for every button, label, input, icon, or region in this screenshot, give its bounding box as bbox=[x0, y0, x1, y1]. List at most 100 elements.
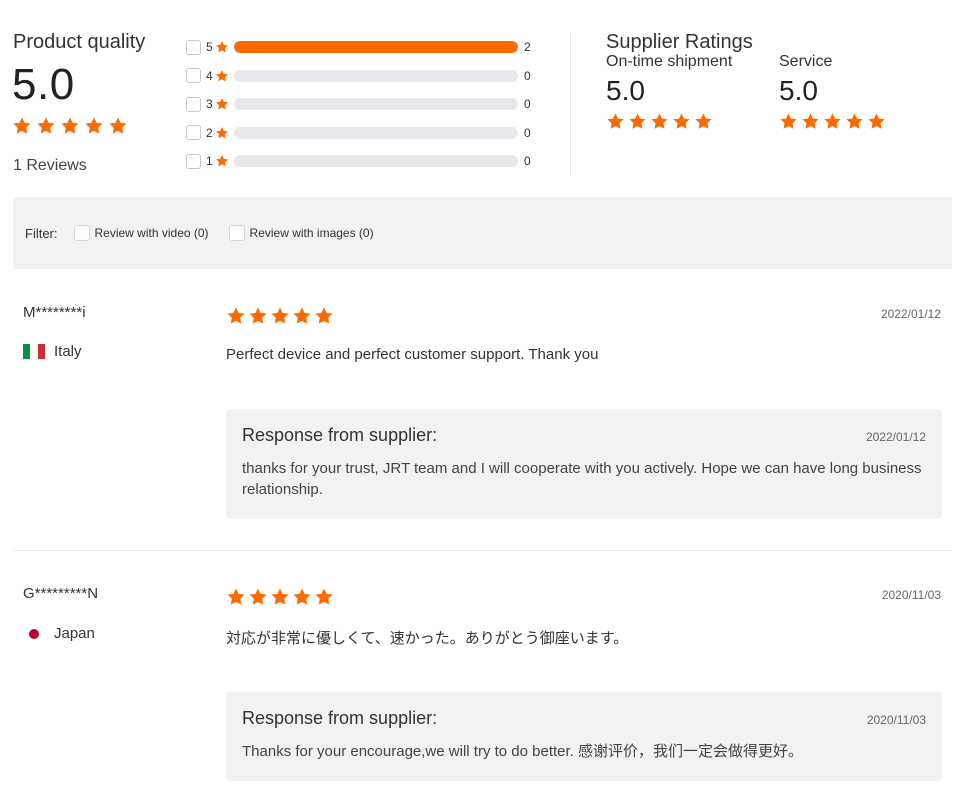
star-icon bbox=[215, 154, 229, 168]
service-stars bbox=[779, 112, 886, 131]
review-item: M********i Italy 2022/01/12 Perfect devi… bbox=[13, 270, 952, 550]
response-date: 2022/01/12 bbox=[865, 430, 926, 444]
star-icon bbox=[314, 587, 334, 607]
filter-video-option[interactable]: Review with video (0) bbox=[73, 225, 209, 241]
product-quality-score: 5.0 bbox=[12, 60, 75, 109]
supplier-response: Response from supplier: 2020/11/03 Thank… bbox=[226, 692, 942, 781]
star-icon bbox=[292, 306, 312, 326]
distribution-count: 0 bbox=[524, 68, 531, 83]
distribution-count: 0 bbox=[524, 97, 531, 112]
distribution-row-3: 3 0 bbox=[186, 90, 546, 119]
filter-4-star-checkbox[interactable] bbox=[186, 68, 201, 84]
review-date: 2022/01/12 bbox=[880, 307, 941, 321]
star-icon bbox=[845, 112, 864, 131]
star-icon bbox=[801, 112, 820, 131]
reviews-count: 1 Reviews bbox=[13, 157, 87, 174]
response-title: Response from supplier: bbox=[242, 425, 438, 445]
star-icon bbox=[628, 112, 647, 131]
filter-5-star-checkbox[interactable] bbox=[186, 39, 201, 55]
response-text: Thanks for your encourage,we will try to… bbox=[242, 743, 804, 760]
review-stars bbox=[226, 306, 334, 326]
distribution-star-level: 3 bbox=[206, 97, 213, 112]
review-stars bbox=[226, 587, 334, 607]
distribution-bar bbox=[234, 69, 518, 82]
distribution-star-level: 2 bbox=[206, 125, 213, 140]
star-icon bbox=[650, 112, 669, 131]
service-rating: Service 5.0 bbox=[779, 53, 886, 131]
distribution-count: 0 bbox=[524, 125, 531, 140]
product-quality-title: Product quality bbox=[13, 31, 146, 53]
distribution-row-4: 4 0 bbox=[186, 62, 546, 91]
star-icon bbox=[270, 587, 290, 607]
star-icon bbox=[36, 116, 56, 136]
star-icon bbox=[779, 112, 798, 131]
filter-images-option[interactable]: Review with images (0) bbox=[228, 225, 374, 241]
rating-summary: Product quality 5.0 1 Reviews 5 2 4 0 3 bbox=[0, 0, 955, 190]
response-text: thanks for your trust, JRT team and I wi… bbox=[242, 460, 922, 498]
distribution-star-level: 1 bbox=[206, 154, 213, 169]
on-time-shipment-stars bbox=[606, 112, 732, 131]
distribution-count: 0 bbox=[524, 154, 531, 169]
star-icon bbox=[292, 587, 312, 607]
review-with-video-label: Review with video (0) bbox=[94, 226, 209, 240]
distribution-count: 2 bbox=[524, 40, 531, 55]
review-with-video-checkbox[interactable] bbox=[73, 225, 90, 241]
distribution-bar bbox=[234, 155, 518, 168]
star-icon bbox=[215, 40, 229, 54]
star-icon bbox=[215, 69, 229, 83]
country-name: Japan bbox=[54, 625, 95, 642]
on-time-shipment-score: 5.0 bbox=[606, 75, 645, 106]
reviewer-country: Italy bbox=[23, 343, 82, 360]
review-with-images-label: Review with images (0) bbox=[249, 226, 374, 240]
filter-3-star-checkbox[interactable] bbox=[186, 96, 201, 112]
star-icon bbox=[248, 306, 268, 326]
star-icon bbox=[226, 306, 246, 326]
service-score: 5.0 bbox=[779, 75, 818, 106]
distribution-star-level: 5 bbox=[206, 40, 213, 55]
on-time-shipment-rating: On-time shipment 5.0 bbox=[606, 53, 732, 131]
distribution-row-2: 2 0 bbox=[186, 119, 546, 148]
star-icon bbox=[215, 97, 229, 111]
star-icon bbox=[823, 112, 842, 131]
review-date: 2020/11/03 bbox=[881, 588, 941, 602]
response-title: Response from supplier: bbox=[242, 708, 438, 728]
distribution-bar bbox=[234, 41, 518, 54]
distribution-row-5: 5 2 bbox=[186, 33, 546, 62]
review-text: Perfect device and perfect customer supp… bbox=[226, 346, 599, 363]
star-icon bbox=[108, 116, 128, 136]
review-item: G*********N Japan 2020/11/03 対応が非常に優しくて、… bbox=[13, 551, 952, 800]
distribution-row-1: 1 0 bbox=[186, 147, 546, 176]
filter-label: Filter: bbox=[25, 225, 58, 241]
vertical-divider bbox=[570, 33, 571, 176]
star-icon bbox=[672, 112, 691, 131]
distribution-bar bbox=[234, 98, 518, 111]
star-icon bbox=[694, 112, 713, 131]
supplier-response: Response from supplier: 2022/01/12 thank… bbox=[226, 409, 942, 519]
on-time-shipment-label: On-time shipment bbox=[606, 53, 733, 70]
reviewer-country: Japan bbox=[23, 625, 95, 642]
italy-flag-icon bbox=[23, 344, 45, 359]
reviewer-name: G*********N bbox=[23, 585, 99, 602]
star-icon bbox=[84, 116, 104, 136]
reviewer-name: M********i bbox=[23, 304, 86, 321]
star-icon bbox=[867, 112, 886, 131]
filter-1-star-checkbox[interactable] bbox=[186, 153, 201, 169]
review-with-images-checkbox[interactable] bbox=[228, 225, 245, 241]
filter-2-star-checkbox[interactable] bbox=[186, 125, 201, 141]
supplier-ratings-title: Supplier Ratings bbox=[606, 31, 753, 53]
japan-flag-icon bbox=[23, 626, 45, 641]
star-icon bbox=[226, 587, 246, 607]
distribution-bar bbox=[234, 126, 518, 139]
star-icon bbox=[215, 126, 229, 140]
service-label: Service bbox=[779, 53, 833, 70]
star-icon bbox=[60, 116, 80, 136]
review-text: 対応が非常に優しくて、速かった。ありがとう御座います。 bbox=[226, 630, 629, 647]
star-icon bbox=[270, 306, 290, 326]
product-quality-stars bbox=[12, 116, 128, 136]
star-icon bbox=[606, 112, 625, 131]
country-name: Italy bbox=[54, 343, 82, 360]
star-icon bbox=[248, 587, 268, 607]
filter-bar: Filter: Review with video (0) Review wit… bbox=[13, 197, 952, 269]
response-date: 2020/11/03 bbox=[866, 713, 926, 727]
star-icon bbox=[12, 116, 32, 136]
